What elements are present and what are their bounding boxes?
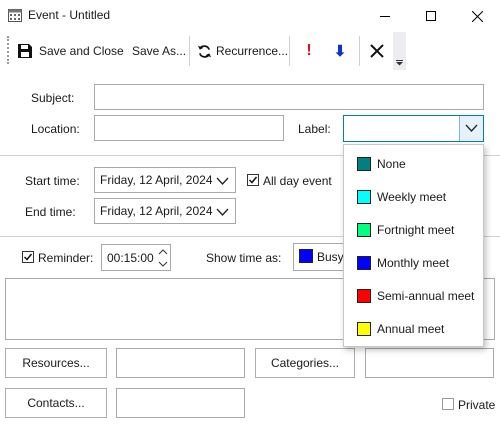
toolbar-separator — [359, 36, 360, 66]
close-icon — [471, 10, 483, 22]
subject-label: Subject: — [31, 91, 75, 105]
reminder-checkbox[interactable] — [22, 251, 34, 263]
categories-field[interactable] — [365, 348, 494, 378]
reminder-time-field[interactable]: 00:15:00 — [101, 244, 171, 271]
label-option-text: Fortnight meet — [377, 222, 455, 237]
minimize-button[interactable] — [362, 0, 408, 32]
checkmark-icon — [23, 253, 33, 261]
private-checkbox[interactable] — [442, 398, 454, 410]
minimize-icon — [380, 16, 390, 17]
location-field[interactable] — [94, 115, 284, 141]
toolbar-overflow-button[interactable] — [393, 32, 406, 70]
start-time-label: Start time: — [25, 174, 80, 188]
label-label: Label: — [298, 122, 331, 136]
label-option-fortnight-meet[interactable]: Fortnight meet — [344, 213, 483, 246]
label-option-none[interactable]: None — [344, 147, 483, 180]
label-option-text: Monthly meet — [377, 255, 450, 270]
subject-field[interactable] — [94, 84, 484, 110]
resources-button[interactable]: Resources... — [5, 348, 107, 378]
private-label: Private — [458, 398, 496, 412]
toolbar-separator — [189, 36, 190, 66]
save-and-close-label: Save and Close — [39, 44, 124, 58]
show-time-as-label: Show time as: — [206, 251, 282, 265]
contacts-button[interactable]: Contacts... — [5, 388, 107, 418]
end-date-picker[interactable]: Friday, 12 April, 2024 — [94, 198, 236, 224]
end-time-label: End time: — [25, 205, 76, 219]
high-importance-button[interactable]: ! — [300, 37, 318, 65]
label-option-semi-annual-meet[interactable]: Semi-annual meet — [344, 279, 483, 312]
save-as-label: Save As... — [132, 44, 187, 58]
label-option-monthly-meet[interactable]: Monthly meet — [344, 246, 483, 279]
label-option-text: None — [377, 156, 406, 171]
location-label: Location: — [31, 122, 80, 136]
reminder-time-value: 00:15:00 — [107, 251, 154, 265]
toolbar-separator — [289, 36, 290, 66]
save-as-button[interactable]: Save As... — [132, 37, 186, 65]
label-dropdown-toggle[interactable] — [459, 116, 483, 141]
label-color-swatch — [357, 288, 371, 303]
delete-icon — [370, 44, 384, 58]
label-dropdown-list: None Weekly meet Fortnight meet Monthly … — [343, 144, 484, 347]
label-combobox[interactable] — [343, 115, 484, 142]
show-time-as-value: Busy — [317, 250, 344, 264]
chevron-down-icon — [216, 208, 229, 216]
label-color-swatch — [357, 189, 371, 204]
chevron-down-icon — [465, 124, 478, 132]
label-option-annual-meet[interactable]: Annual meet — [344, 312, 483, 345]
label-color-swatch — [357, 222, 371, 237]
reminder-label: Reminder: — [38, 251, 94, 265]
contacts-field[interactable] — [116, 388, 245, 418]
checkmark-icon — [248, 176, 258, 184]
overflow-chevron-icon — [396, 60, 403, 66]
all-day-event-checkbox[interactable] — [247, 174, 259, 186]
recurrence-label: Recurrence... — [216, 44, 289, 58]
label-color-swatch — [357, 321, 371, 336]
low-importance-button[interactable]: ⬇ — [331, 37, 349, 65]
busy-color-swatch — [299, 249, 313, 263]
label-color-swatch — [357, 255, 371, 270]
calendar-icon — [8, 9, 22, 22]
end-date-value: Friday, 12 April, 2024 — [100, 204, 213, 218]
save-and-close-button[interactable]: Save and Close — [17, 37, 124, 65]
label-option-text: Semi-annual meet — [377, 288, 475, 303]
spinner-arrows-icon[interactable] — [158, 247, 168, 269]
recurrence-icon — [197, 44, 212, 58]
low-importance-icon: ⬇ — [333, 43, 347, 60]
label-option-text: Annual meet — [377, 321, 445, 336]
categories-button[interactable]: Categories... — [255, 348, 355, 378]
high-importance-icon: ! — [306, 42, 312, 59]
start-date-picker[interactable]: Friday, 12 April, 2024 — [94, 167, 236, 193]
toolbar-grip[interactable] — [7, 36, 11, 64]
recurrence-button[interactable]: Recurrence... — [197, 37, 288, 65]
label-color-swatch — [357, 156, 371, 171]
maximize-icon — [426, 11, 436, 21]
resources-field[interactable] — [116, 348, 245, 378]
save-icon — [18, 44, 32, 58]
start-date-value: Friday, 12 April, 2024 — [100, 173, 213, 187]
delete-button[interactable] — [366, 37, 388, 65]
label-option-text: Weekly meet — [377, 189, 447, 204]
window-title: Event - Untitled — [28, 8, 111, 22]
close-window-button[interactable] — [454, 0, 500, 32]
all-day-event-label: All day event — [263, 174, 332, 188]
label-option-weekly-meet[interactable]: Weekly meet — [344, 180, 483, 213]
chevron-down-icon — [216, 177, 229, 185]
maximize-button[interactable] — [408, 0, 454, 32]
